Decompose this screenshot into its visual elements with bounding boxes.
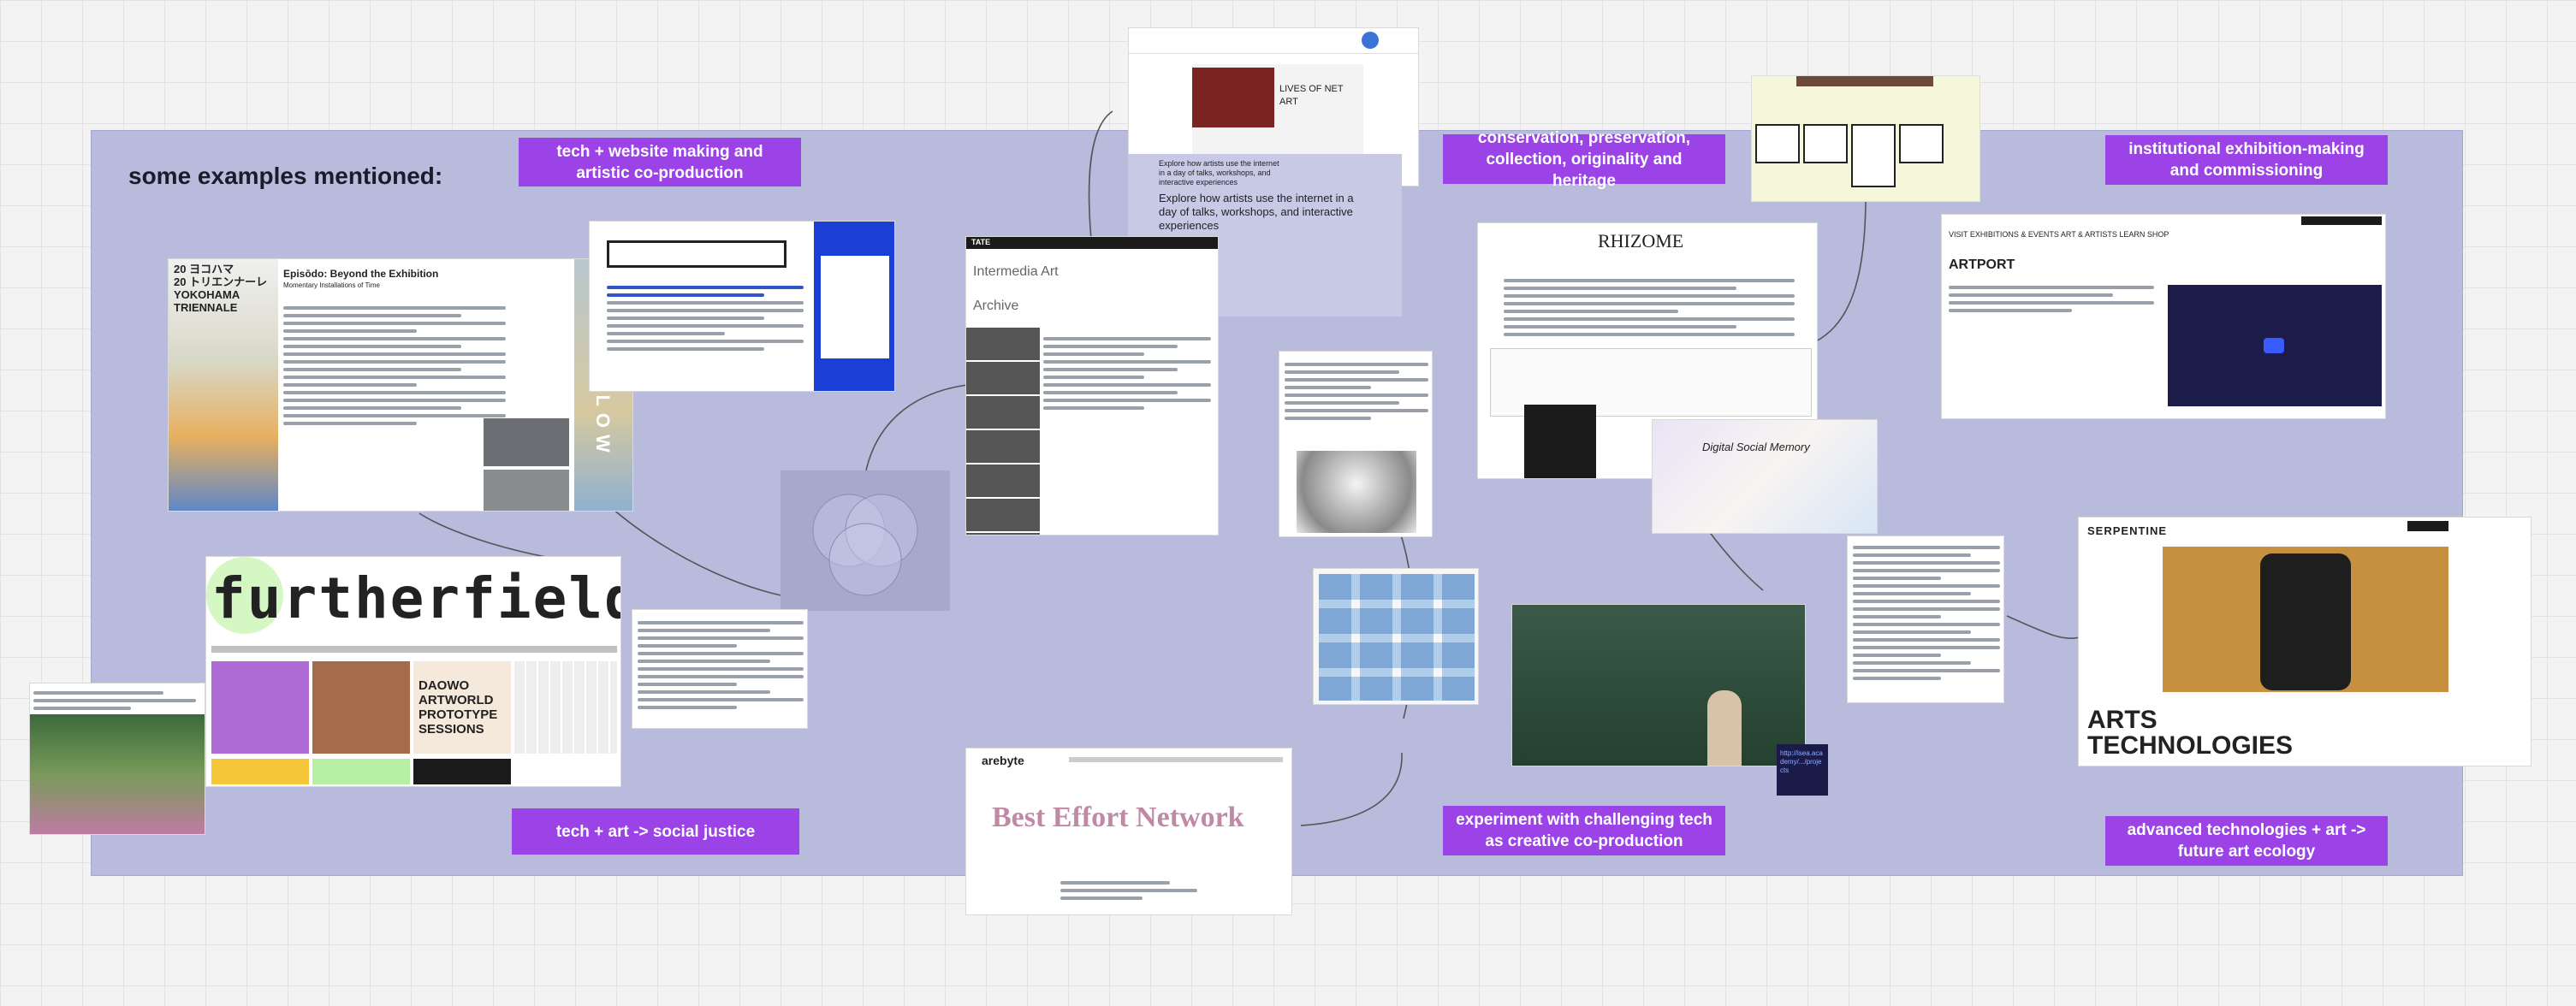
artport-video[interactable] bbox=[2168, 285, 2382, 406]
furtherfield-tile-7 bbox=[413, 759, 511, 784]
phone-mockup bbox=[2260, 553, 2351, 690]
furtherfield-tile-4 bbox=[514, 661, 617, 754]
tate-thumbnails bbox=[966, 328, 1040, 535]
card-furtherfield[interactable]: furtherfield DAOWO ARTWORLD PROTOTYPE SE… bbox=[205, 556, 621, 787]
card-chalkboard-photo[interactable] bbox=[1511, 604, 1806, 766]
event-photo bbox=[30, 714, 205, 834]
furtherfield-logo[interactable]: furtherfield bbox=[211, 565, 620, 631]
serpentine-menu[interactable] bbox=[2407, 521, 2448, 531]
artport-cta[interactable] bbox=[2301, 216, 2382, 225]
project-logo bbox=[607, 240, 786, 268]
card-event-photo[interactable] bbox=[29, 683, 205, 835]
serpentine-logo[interactable]: SERPENTINE bbox=[2087, 524, 2167, 537]
net-art-image bbox=[1192, 68, 1274, 127]
triennale-subtitle: Momentary Installations of Time bbox=[283, 281, 380, 289]
board-heading: some examples mentioned: bbox=[128, 163, 443, 189]
archive-header bbox=[1796, 76, 1933, 86]
link-note[interactable]: http://isea.academy/.../projects bbox=[1777, 744, 1828, 796]
card-website-project[interactable] bbox=[589, 221, 895, 392]
venn-circles bbox=[812, 494, 918, 596]
avatar[interactable] bbox=[1362, 32, 1379, 49]
artport-nav[interactable]: VISIT EXHIBITIONS & EVENTS ART & ARTISTS… bbox=[1949, 230, 2169, 239]
best-effort-title: Best Effort Network bbox=[992, 802, 1244, 833]
card-best-effort[interactable]: arebyte Best Effort Network bbox=[965, 748, 1292, 915]
furtherfield-tile-1 bbox=[211, 661, 309, 754]
triennale-logo: 20 ヨコハマ 20 トリエンナーレ YOKOHAMA TRIENNALE bbox=[174, 263, 268, 314]
rhizome-logo[interactable]: RHIZOME bbox=[1598, 230, 1683, 252]
archive-photo-2 bbox=[1803, 124, 1848, 163]
tate-section: Intermedia Art bbox=[973, 264, 1059, 279]
label-website-making[interactable]: tech + website making and artistic co-pr… bbox=[519, 138, 801, 186]
tate-list bbox=[1043, 333, 1211, 414]
play-icon[interactable] bbox=[2264, 338, 2284, 353]
artport-title: ARTPORT bbox=[1949, 257, 2015, 272]
card-artport[interactable]: VISIT EXHIBITIONS & EVENTS ART & ARTISTS… bbox=[1941, 214, 2386, 419]
dsm-title: Digital Social Memory bbox=[1702, 441, 1810, 453]
card-text-notes[interactable] bbox=[632, 609, 808, 729]
project-text bbox=[607, 281, 804, 355]
furtherfield-tile-6 bbox=[312, 759, 410, 784]
card-digital-social-memory[interactable]: Digital Social Memory bbox=[1652, 419, 1878, 534]
furtherfield-tile-2 bbox=[312, 661, 410, 754]
furtherfield-tile-5 bbox=[211, 759, 309, 784]
archive-photo-4 bbox=[1899, 124, 1944, 163]
label-social-justice[interactable]: tech + art -> social justice bbox=[512, 808, 799, 855]
furtherfield-tile-3: DAOWO ARTWORLD PROTOTYPE SESSIONS bbox=[413, 661, 511, 754]
card-tate-intermedia[interactable]: TATE Intermedia Art Archive bbox=[965, 236, 1219, 536]
label-institutional[interactable]: institutional exhibition-making and comm… bbox=[2105, 135, 2388, 185]
tate-topbar bbox=[966, 237, 1218, 249]
artport-text bbox=[1949, 281, 2154, 317]
card-long-text[interactable] bbox=[1847, 536, 2004, 703]
triennale-photo-2 bbox=[484, 470, 569, 511]
label-future-ecology[interactable]: advanced technologies + art -> future ar… bbox=[2105, 816, 2388, 866]
rhizome-dark-tile bbox=[1524, 405, 1596, 478]
tate-archive: Archive bbox=[973, 299, 1019, 313]
card-article[interactable] bbox=[1279, 351, 1433, 537]
arebyte-logo[interactable]: arebyte bbox=[982, 754, 1024, 767]
card-archive-photos[interactable] bbox=[1751, 75, 1980, 202]
article-image bbox=[1297, 451, 1416, 533]
triennale-title: Episōdo: Beyond the Exhibition bbox=[283, 268, 439, 280]
archive-photo-3 bbox=[1851, 124, 1896, 187]
archive-photo-1 bbox=[1755, 124, 1800, 163]
triennale-body bbox=[283, 302, 506, 429]
card-yokohama-triennale[interactable]: 20 ヨコハマ 20 トリエンナーレ YOKOHAMA TRIENNALE Ep… bbox=[168, 258, 633, 512]
chalkboard bbox=[1512, 605, 1805, 766]
label-conservation[interactable]: conservation, preservation, collection, … bbox=[1443, 129, 1725, 190]
lecturer bbox=[1707, 690, 1742, 766]
icon-grid-tiles bbox=[1319, 574, 1475, 701]
arebyte-nav[interactable] bbox=[1069, 757, 1283, 762]
serpentine-hero bbox=[2163, 547, 2448, 692]
furtherfield-ticker bbox=[211, 646, 617, 653]
triennale-photo-1 bbox=[484, 418, 569, 466]
net-art-title: LIVES OF NET ART bbox=[1279, 84, 1344, 107]
rhizome-text bbox=[1504, 275, 1795, 340]
project-form[interactable] bbox=[821, 256, 889, 358]
venn-diagram[interactable] bbox=[781, 470, 950, 611]
serpentine-headline: ARTS TECHNOLOGIES bbox=[2087, 706, 2294, 760]
card-serpentine[interactable]: SERPENTINE ARTS TECHNOLOGIES bbox=[2078, 517, 2531, 766]
label-challenging-tech[interactable]: experiment with challenging tech as crea… bbox=[1443, 806, 1725, 855]
tate-brand[interactable]: TATE bbox=[971, 238, 990, 246]
card-icon-grid[interactable] bbox=[1313, 568, 1479, 705]
